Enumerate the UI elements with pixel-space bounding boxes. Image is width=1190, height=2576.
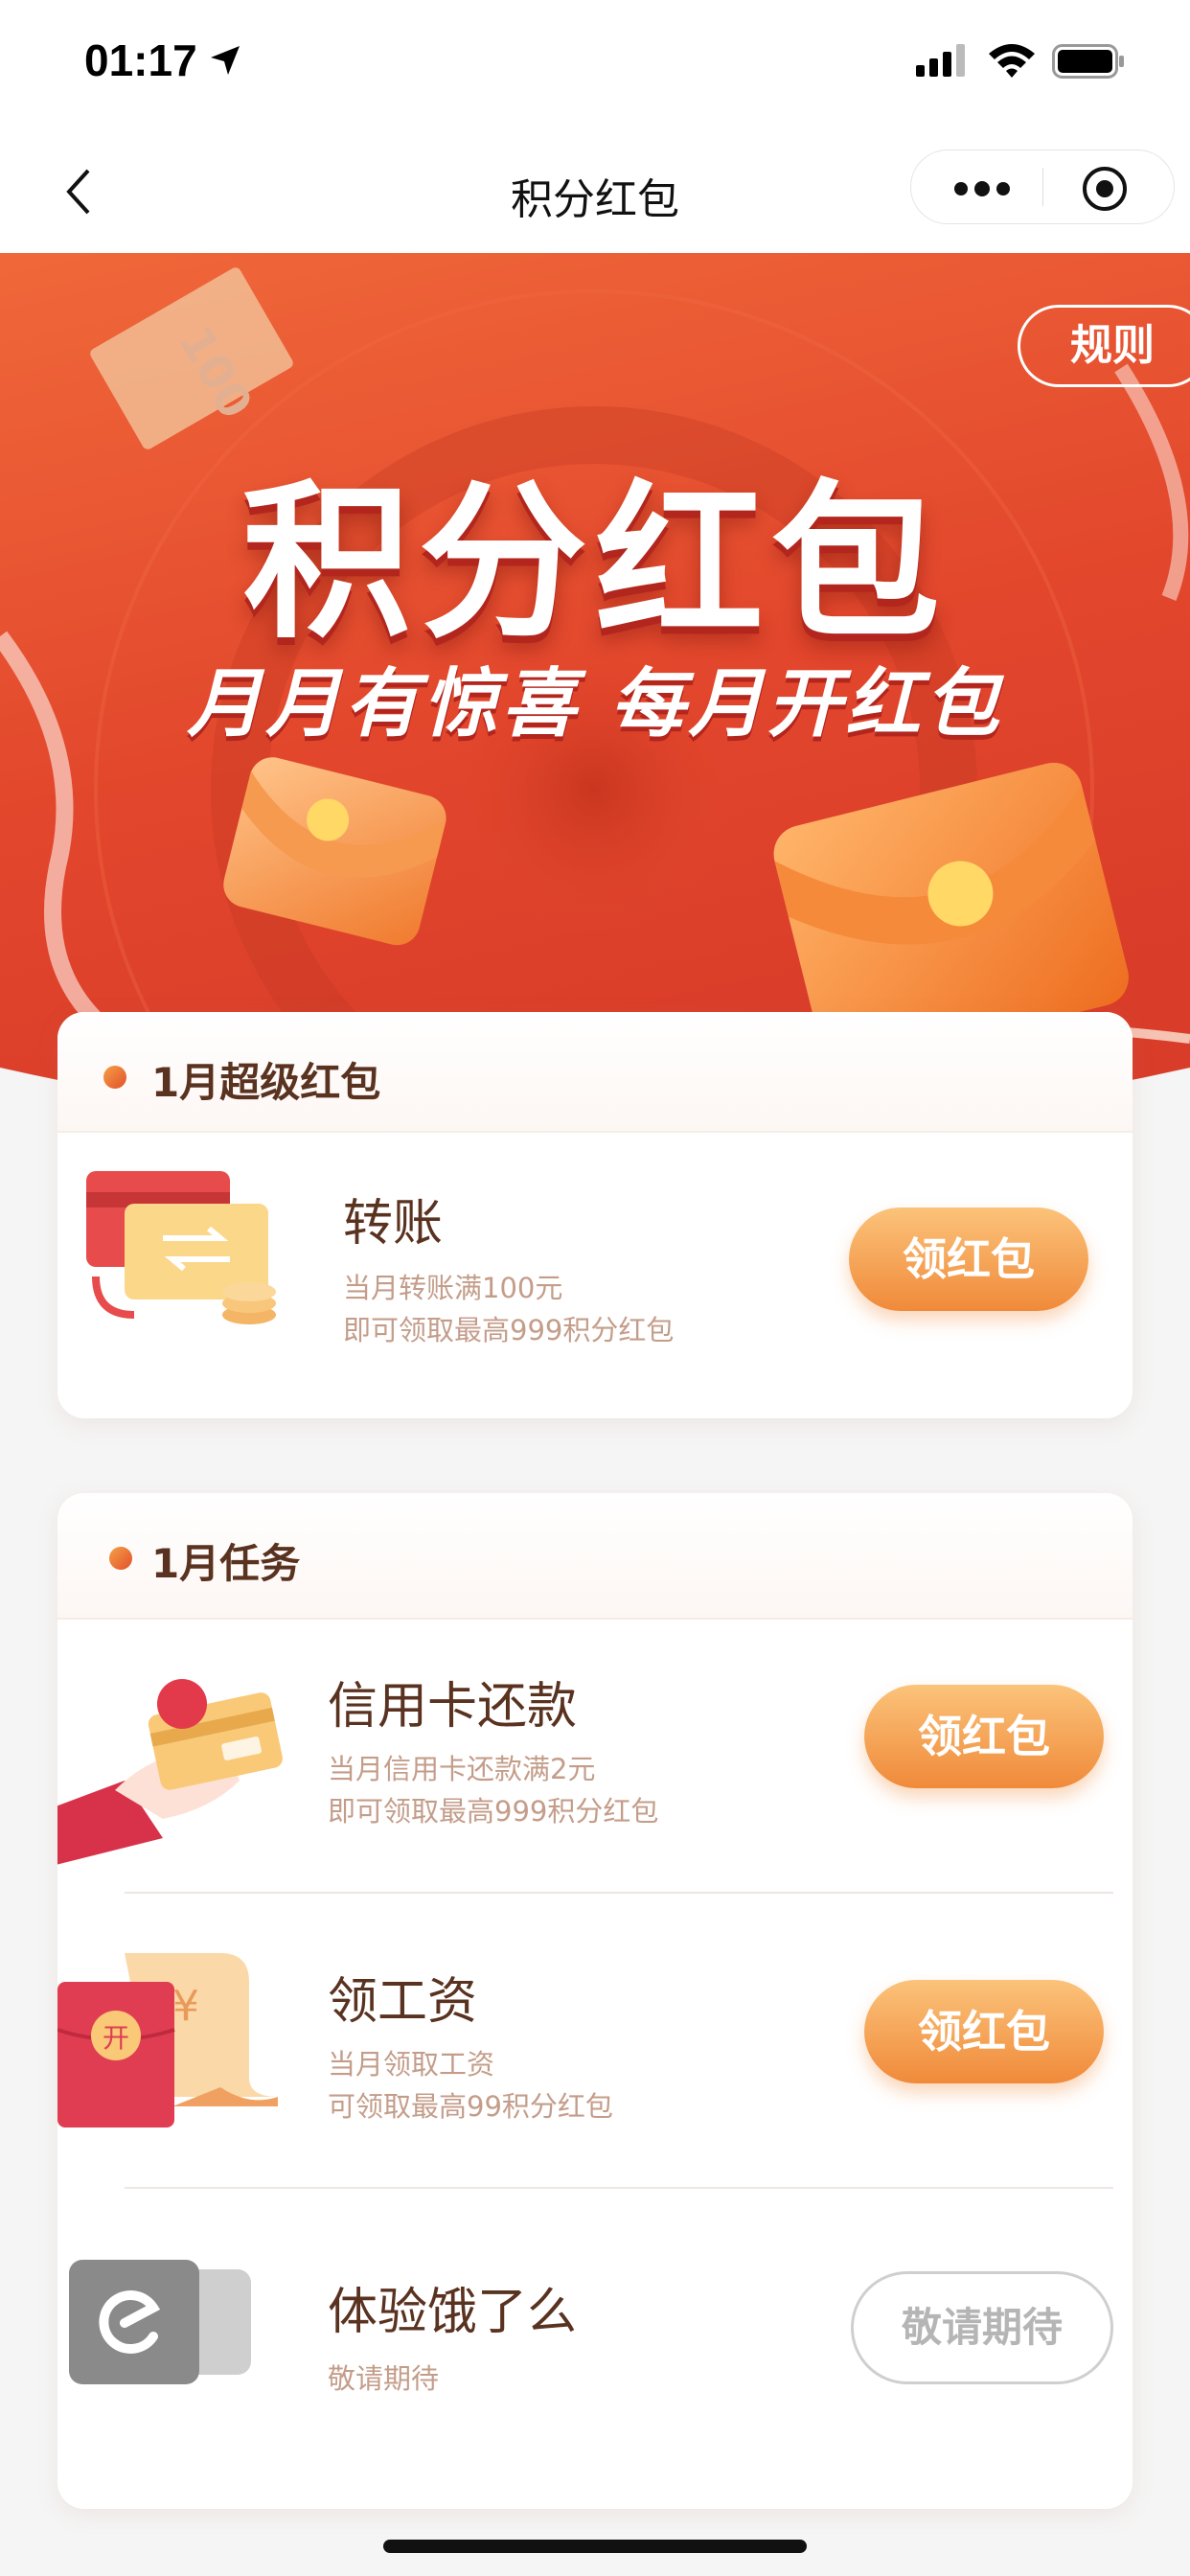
task-eleme-title: 体验饿了么 xyxy=(328,2284,578,2341)
task-salary-desc-line1: 当月领取工资 xyxy=(328,2048,495,2081)
home-indicator xyxy=(383,2540,807,2553)
credit-card-hand-icon xyxy=(57,1679,283,1865)
status-bar: 01:17 xyxy=(0,0,1190,125)
rules-button[interactable]: 规则 xyxy=(1018,305,1190,387)
open-envelope-text: 开 xyxy=(103,2022,129,2054)
task-salary-desc-line2: 可领取最高99积分红包 xyxy=(328,2090,613,2123)
eleme-app-icon xyxy=(69,2260,251,2384)
capsule-divider xyxy=(1042,168,1043,206)
super-redpacket-card: 1月超级红包 转账 当月转账满100元 即可领取最高999积分红包 领红包 xyxy=(57,1012,1133,1418)
task-credit-desc-line2: 即可领取最高999积分红包 xyxy=(328,1795,659,1828)
hero-title: 积分红包 xyxy=(241,465,948,661)
super-card-title: 1月超级红包 xyxy=(151,1059,381,1106)
task-salary-claim-button[interactable]: 领红包 xyxy=(864,1980,1104,2083)
transfer-icon xyxy=(86,1171,276,1324)
transfer-title: 转账 xyxy=(343,1195,444,1253)
task-credit-claim-button[interactable]: 领红包 xyxy=(864,1685,1104,1788)
more-options-icon[interactable] xyxy=(953,179,1011,198)
transfer-desc-line1: 当月转账满100元 xyxy=(343,1272,563,1304)
wifi-icon xyxy=(989,44,1035,78)
section-dot-icon xyxy=(109,1547,132,1570)
hero-banner: 100 规则 积分红包 月月有惊喜 每月开红包 xyxy=(0,253,1190,1116)
battery-icon xyxy=(1052,44,1124,79)
hero-subtitle: 月月有惊喜 每月开红包 xyxy=(187,661,1003,748)
task-eleme-desc: 敬请期待 xyxy=(328,2362,440,2395)
tasks-card-title: 1月任务 xyxy=(151,1540,301,1587)
transfer-desc-line2: 即可领取最高999积分红包 xyxy=(343,1314,675,1346)
transfer-claim-button[interactable]: 领红包 xyxy=(849,1208,1088,1311)
divider xyxy=(125,2187,1113,2189)
close-target-icon[interactable] xyxy=(1080,164,1130,214)
salary-envelope-icon: ¥ 开 xyxy=(57,1953,278,2128)
tasks-card: 1月任务 信用卡还款 当月信用卡还款满2元 即可领取最高999积分红包 领红包 … xyxy=(57,1493,1133,2509)
cellular-signal-icon xyxy=(916,44,965,77)
nav-bar: 积分红包 xyxy=(0,125,1190,253)
task-eleme-coming-soon-button[interactable]: 敬请期待 xyxy=(851,2271,1113,2384)
location-arrow-icon xyxy=(211,46,240,75)
task-salary-title: 领工资 xyxy=(328,1973,478,2031)
mini-program-capsule xyxy=(910,150,1175,224)
status-time: 01:17 xyxy=(84,35,197,85)
task-credit-desc-line1: 当月信用卡还款满2元 xyxy=(328,1753,596,1785)
divider xyxy=(125,1892,1113,1894)
yen-sign: ¥ xyxy=(172,1982,199,2031)
section-dot-icon xyxy=(103,1066,126,1089)
task-credit-title: 信用卡还款 xyxy=(328,1678,578,1736)
